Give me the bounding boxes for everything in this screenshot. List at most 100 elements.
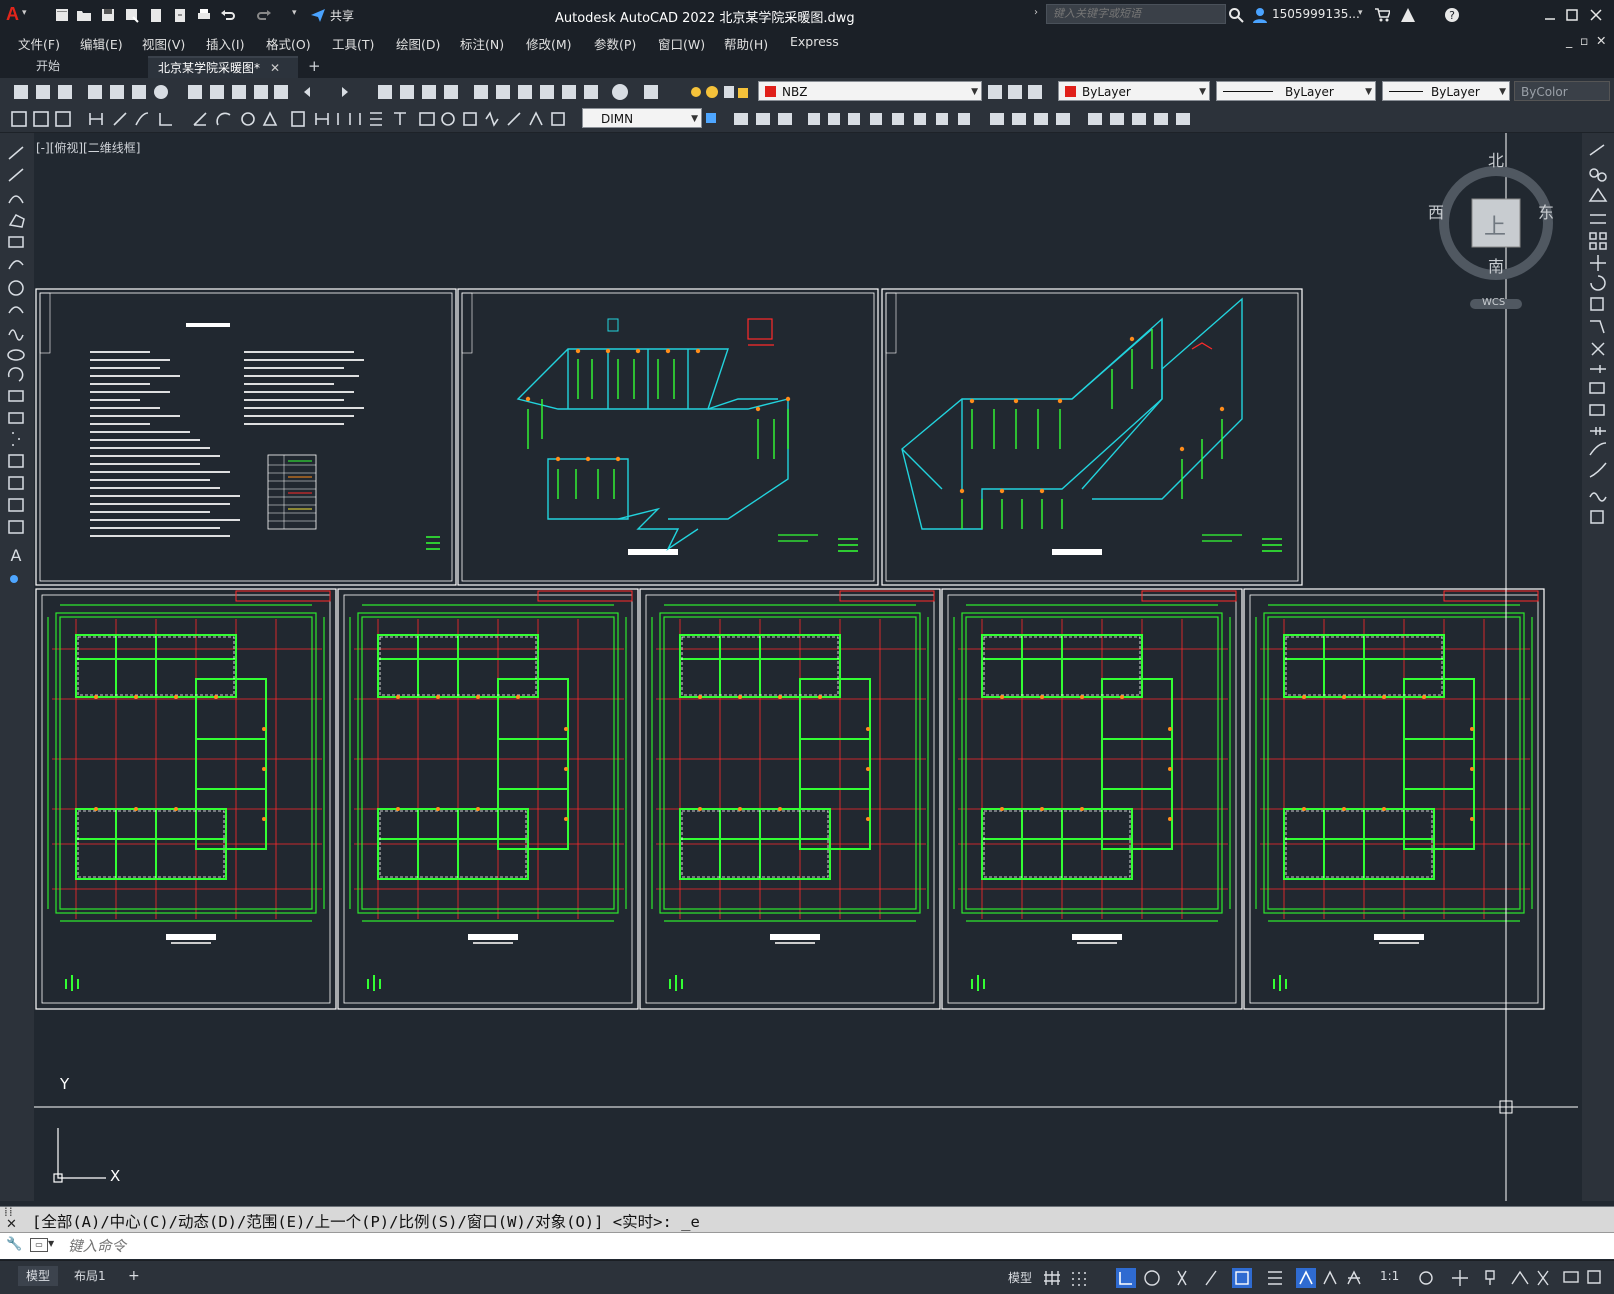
tab-model[interactable]: 模型 [18, 1266, 59, 1286]
layer-tools-icons[interactable] [986, 82, 1044, 102]
linetype-dropdown[interactable]: ByLayer ▼ [1216, 81, 1376, 101]
undo-icon[interactable] [220, 7, 236, 23]
dimstyle-value: DIMN [601, 112, 634, 126]
model-space-toggle[interactable]: 模型 [1008, 1269, 1032, 1286]
search-input[interactable] [1046, 4, 1226, 24]
search-icon[interactable] [1228, 7, 1244, 23]
add-layout-plus-icon[interactable]: + [120, 1266, 148, 1286]
plotstyle-dropdown[interactable]: ByColor [1514, 81, 1610, 101]
viewcube-east[interactable]: 东 [1538, 199, 1554, 223]
share-label[interactable]: 共享 [330, 7, 354, 24]
connect-icon[interactable] [1400, 7, 1416, 23]
svg-text:?: ? [1449, 9, 1455, 22]
viewcube-west[interactable]: 西 [1428, 199, 1444, 223]
doc-minimize-icon[interactable]: _ [1566, 33, 1572, 48]
command-history: ⁞⁞ ✕ [全部(A)/中心(C)/动态(D)/范围(E)/上一个(P)/比例(… [0, 1205, 1614, 1233]
user-name[interactable]: 1505999135... [1272, 7, 1360, 21]
layer-state-icons[interactable] [688, 82, 752, 102]
save-icon[interactable] [100, 7, 116, 23]
menu-parametric[interactable]: 参数(P) [594, 34, 636, 53]
tab-drawing[interactable]: 北京某学院采暖图* ✕ [148, 56, 298, 78]
tab-model-label: 模型 [26, 1269, 51, 1283]
command-input[interactable] [66, 1237, 1570, 1257]
modify-palette [1582, 133, 1614, 1201]
menu-draw[interactable]: 绘图(D) [396, 34, 440, 53]
maximize-icon[interactable] [1564, 7, 1580, 23]
tab-layout1-label: 布局1 [74, 1269, 106, 1283]
lineweight-dropdown[interactable]: ByLayer ▼ [1382, 81, 1510, 101]
open-web-icon[interactable] [148, 7, 164, 23]
qat-customize-chevron-icon[interactable]: ▾ [292, 8, 297, 18]
menu-edit[interactable]: 编辑(E) [80, 34, 123, 53]
redo-icon[interactable] [256, 7, 272, 23]
save-web-icon[interactable] [172, 7, 188, 23]
svg-text:A: A [11, 546, 22, 565]
layer-color-swatch [765, 86, 776, 97]
wcs-menu[interactable]: WCS [1482, 297, 1505, 308]
help-icon[interactable]: ? [1444, 7, 1460, 23]
customize-wrench-icon[interactable]: 🔧 [6, 1237, 22, 1252]
menu-modify[interactable]: 修改(M) [526, 34, 572, 53]
sheet-design-notes [35, 288, 457, 586]
autocad-logo-icon[interactable]: A [6, 4, 19, 25]
color-value: ByLayer [1082, 85, 1131, 99]
menu-insert[interactable]: 插入(I) [206, 34, 244, 53]
new-tab-plus-icon[interactable]: + [298, 56, 331, 76]
close-cmd-icon[interactable]: ✕ [6, 1217, 17, 1232]
user-chevron-icon[interactable]: ▾ [1358, 8, 1363, 18]
viewcube-top-face[interactable]: 上 [1484, 209, 1506, 241]
menu-view[interactable]: 视图(V) [142, 34, 185, 53]
app-title: Autodesk AutoCAD 2022 北京某学院采暖图.dwg [555, 11, 855, 26]
status-tools-icons[interactable] [1416, 1267, 1612, 1289]
menu-file[interactable]: 文件(F) [18, 34, 60, 53]
save-as-icon[interactable] [124, 7, 140, 23]
modify-toolbar-icons[interactable] [704, 107, 1224, 131]
tab-close-icon[interactable]: ✕ [270, 61, 280, 75]
layer-dropdown[interactable]: NBZ ▼ [758, 81, 982, 101]
viewcube-south[interactable]: 南 [1488, 253, 1504, 277]
minimize-icon[interactable] [1542, 7, 1558, 23]
share-icon[interactable] [310, 7, 326, 23]
search-expand-icon[interactable]: › [1034, 7, 1038, 18]
annotation-scale[interactable]: 1:1 [1380, 1269, 1399, 1283]
open-file-icon[interactable] [76, 7, 92, 23]
viewcube-north[interactable]: 北 [1488, 147, 1504, 171]
menu-dimension[interactable]: 标注(N) [460, 34, 504, 53]
plotstyle-value: ByColor [1521, 85, 1568, 99]
sheet-heating-system-2 [881, 288, 1303, 586]
user-icon[interactable] [1252, 7, 1268, 23]
close-icon[interactable] [1588, 7, 1604, 23]
drawing-canvas[interactable]: Y X [-][俯视][二维线框] 北 南 东 西 上 WCS [34, 133, 1578, 1201]
modify-tools-icons[interactable] [1582, 133, 1614, 533]
chevron-down-icon: ▼ [971, 87, 978, 97]
standard-toolbar-icons[interactable] [8, 80, 668, 104]
menu-format[interactable]: 格式(O) [266, 34, 311, 53]
command-history-text: [全部(A)/中心(C)/动态(D)/范围(E)/上一个(P)/比例(S)/窗口… [32, 1213, 700, 1231]
color-dropdown[interactable]: ByLayer ▼ [1058, 81, 1210, 101]
recent-commands-icon[interactable]: ▭ [30, 1238, 48, 1252]
draw-tools-icons[interactable]: A [0, 133, 34, 593]
chevron-down-icon: ▼ [691, 114, 698, 124]
doc-close-icon[interactable]: ✕ [1596, 33, 1606, 48]
dimension-toolbar-icons[interactable] [8, 107, 580, 131]
sheet-heating-system-1 [457, 288, 879, 586]
menu-express[interactable]: Express [790, 34, 839, 49]
viewport-controls-label[interactable]: [-][俯视][二维线框] [36, 139, 140, 156]
sheet-floor-plan-1 [35, 588, 337, 1010]
app-menu-chevron-icon[interactable]: ▾ [22, 8, 27, 18]
menu-window[interactable]: 窗口(W) [658, 34, 705, 53]
file-tab-bar: 开始 北京某学院采暖图* ✕ + [0, 54, 1614, 80]
menu-help[interactable]: 帮助(H) [724, 34, 768, 53]
chevron-down-icon[interactable]: ▼ [48, 1239, 54, 1248]
menu-tools[interactable]: 工具(T) [332, 34, 374, 53]
color-swatch [1065, 86, 1076, 97]
new-file-icon[interactable] [54, 7, 70, 23]
doc-restore-icon[interactable]: ▫ [1580, 33, 1588, 48]
cart-icon[interactable] [1374, 7, 1392, 23]
tab-layout1[interactable]: 布局1 [66, 1266, 114, 1286]
dimstyle-dropdown[interactable]: DIMN ▼ [582, 108, 702, 128]
viewcube[interactable]: 北 南 东 西 上 WCS [1428, 147, 1564, 309]
plot-icon[interactable] [196, 7, 212, 23]
tab-start[interactable]: 开始 [26, 56, 70, 76]
ucs-y-label: Y [60, 1075, 70, 1093]
